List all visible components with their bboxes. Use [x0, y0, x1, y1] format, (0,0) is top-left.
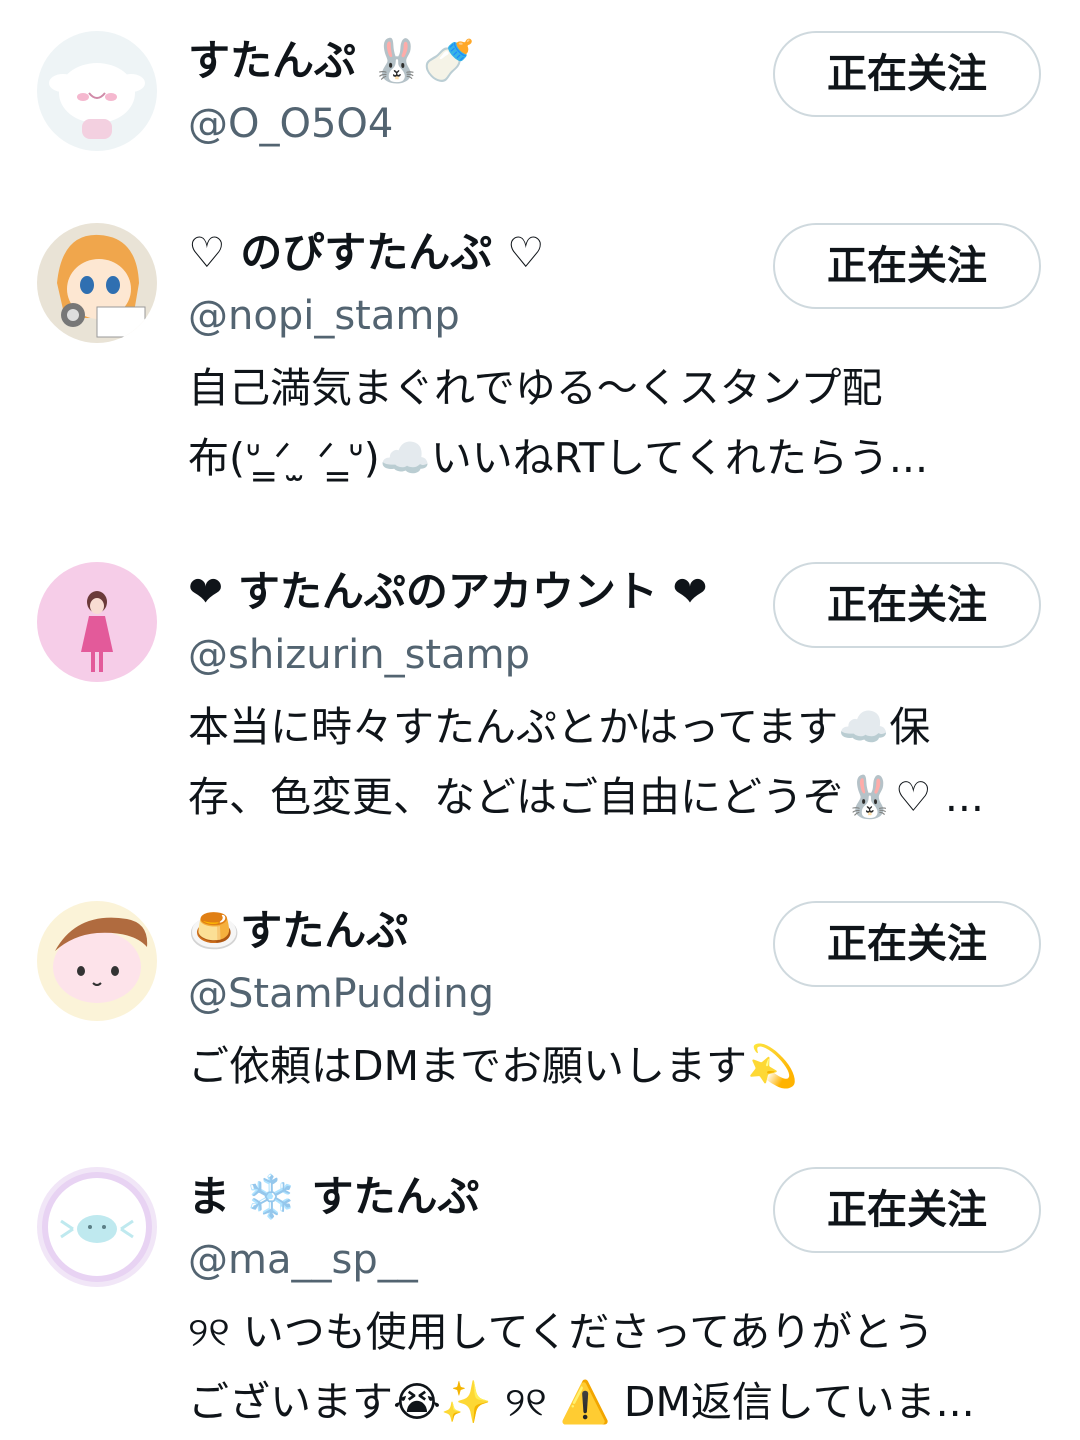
user-handle: @O_O5O4 — [188, 101, 394, 147]
display-name: ま ❄️ すたんぷ — [188, 1172, 480, 1221]
user-handle: @ma__sp__ — [188, 1237, 418, 1283]
bio-line: ୨୧ いつも使用してくださってありがとう — [188, 1308, 935, 1356]
bio-line: 布(ᐡ ̳ᐟ ̫ ᐟ ̳ᐡ)☁️いいねRTしてくれたらう... — [188, 434, 928, 482]
user-row[interactable]: ♡ のぴすたんぷ ♡ @nopi_stamp 自己満気まぐれでゆる〜くスタンプ配… — [0, 223, 1080, 503]
avatar[interactable] — [37, 223, 157, 343]
display-name: すたんぷ 🐰🍼 — [188, 36, 476, 85]
bio-line: 存、色変更、などはご自由にどうぞ🐰♡ ... — [188, 773, 984, 821]
user-row[interactable]: すたんぷ 🐰🍼 @O_O5O4 正在关注 — [0, 31, 1080, 161]
user-handle: @shizurin_stamp — [188, 632, 530, 678]
avatar[interactable] — [37, 562, 157, 682]
bio-line: 自己満気まぐれでゆる〜くスタンプ配 — [188, 364, 883, 412]
user-bio: ご依頼はDMまでお願いします💫 — [188, 1031, 1038, 1101]
following-button[interactable]: 正在关注 — [773, 31, 1041, 117]
following-button[interactable]: 正在关注 — [773, 901, 1041, 987]
user-handle: @StamPudding — [188, 971, 494, 1017]
bio-line: 本当に時々すたんぷとかはってます☁️保 — [188, 703, 931, 751]
avatar[interactable] — [37, 31, 157, 151]
user-row[interactable]: ❤ すたんぷのアカウント ❤ @shizurin_stamp 本当に時々すたんぷ… — [0, 562, 1080, 842]
display-name: ♡ のぴすたんぷ ♡ — [188, 228, 545, 277]
user-row[interactable]: ま ❄️ すたんぷ @ma__sp__ ୨୧ いつも使用してくださってありがとう… — [0, 1167, 1080, 1440]
following-list: すたんぷ 🐰🍼 @O_O5O4 正在关注 ♡ のぴすたんぷ ♡ @nopi_st… — [0, 0, 1080, 1440]
following-button[interactable]: 正在关注 — [773, 562, 1041, 648]
avatar[interactable] — [37, 1167, 157, 1287]
user-row[interactable]: 🍮すたんぷ @StamPudding ご依頼はDMまでお願いします💫 正在关注 — [0, 901, 1080, 1101]
user-bio: 本当に時々すたんぷとかはってます☁️保 存、色変更、などはご自由にどうぞ🐰♡ .… — [188, 692, 1038, 832]
bio-line: ご依頼はDMまでお願いします💫 — [188, 1042, 798, 1090]
bio-line: ございます😭✨ ୨୧ ⚠️ DM返信していま... — [188, 1378, 975, 1426]
user-bio: ୨୧ いつも使用してくださってありがとう ございます😭✨ ୨୧ ⚠️ DM返信し… — [188, 1297, 1038, 1437]
avatar[interactable] — [37, 901, 157, 1021]
display-name: ❤ すたんぷのアカウント ❤ — [188, 567, 708, 616]
following-button[interactable]: 正在关注 — [773, 223, 1041, 309]
display-name: 🍮すたんぷ — [188, 906, 409, 955]
user-handle: @nopi_stamp — [188, 293, 460, 339]
following-button[interactable]: 正在关注 — [773, 1167, 1041, 1253]
user-bio: 自己満気まぐれでゆる〜くスタンプ配 布(ᐡ ̳ᐟ ̫ ᐟ ̳ᐡ)☁️いいねRTし… — [188, 353, 1038, 493]
